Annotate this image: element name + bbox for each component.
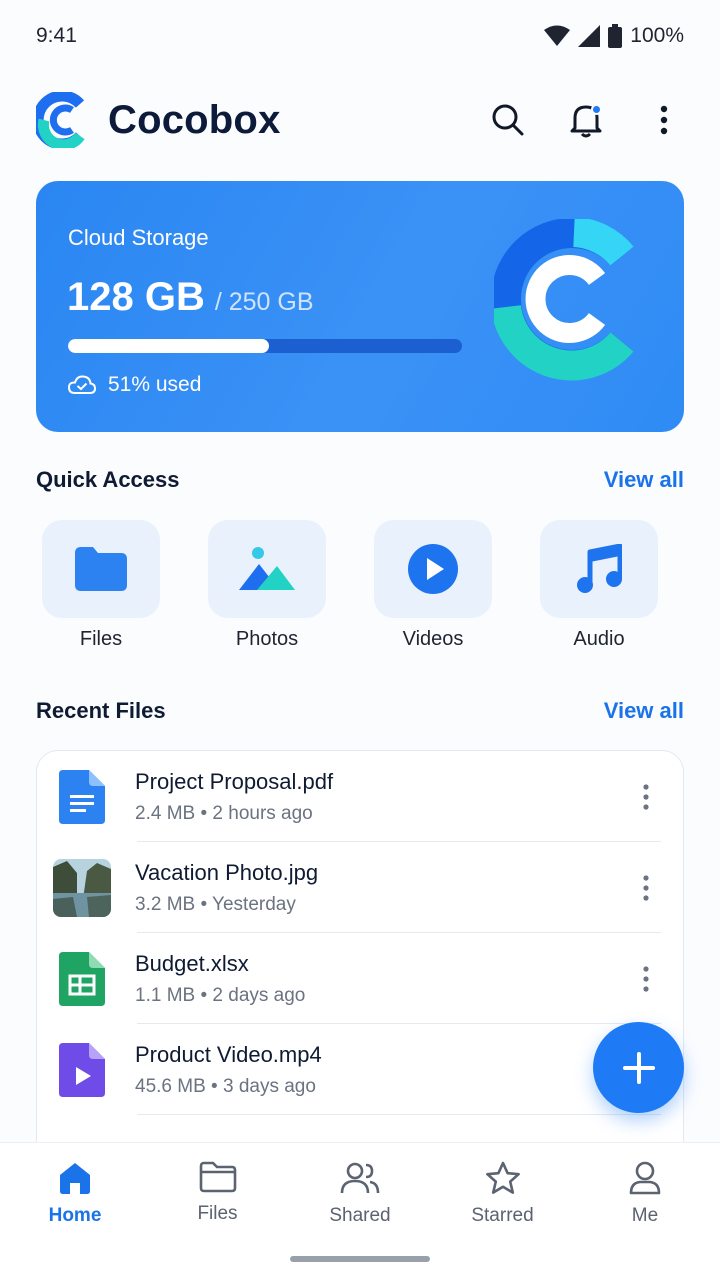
file-row-product-video[interactable]: Product Video.mp4 45.6 MB • 3 days ago: [53, 1024, 661, 1115]
people-icon: [340, 1162, 380, 1194]
quick-access-row: Files Photos Videos Audio: [42, 520, 658, 651]
nav-home[interactable]: Home: [10, 1143, 140, 1280]
file-more-button[interactable]: [631, 868, 661, 908]
recent-files-header: Recent Files View all: [36, 691, 684, 731]
storage-status-text: 51% used: [108, 373, 202, 396]
file-meta: 2.4 MB • 2 hours ago: [135, 802, 313, 824]
nav-me[interactable]: Me: [580, 1143, 710, 1280]
file-name: Product Video.mp4: [135, 1041, 322, 1067]
nav-label: Home: [48, 1205, 102, 1226]
header-actions: [488, 100, 684, 140]
file-text: Project Proposal.pdf 2.4 MB • 2 hours ag…: [135, 769, 631, 825]
play-icon: [408, 544, 458, 594]
app-name: Cocobox: [108, 97, 281, 142]
file-name: Budget.xlsx: [135, 950, 249, 976]
more-vert-icon: [660, 105, 668, 135]
file-row-project-proposal[interactable]: Project Proposal.pdf 2.4 MB • 2 hours ag…: [53, 751, 661, 842]
quick-label: Files: [79, 628, 123, 650]
status-bar: 9:41 100%: [0, 0, 720, 72]
status-time: 9:41: [36, 24, 77, 47]
file-text: Product Video.mp4 45.6 MB • 3 days ago: [135, 1042, 661, 1098]
signal-icon: [578, 25, 601, 47]
storage-progress-fill: [68, 339, 269, 353]
storage-used: 128 GB: [67, 275, 205, 319]
storage-amount: 128 GB / 250 GB: [67, 275, 314, 320]
quick-access-header: Quick Access View all: [36, 460, 684, 500]
file-meta: 45.6 MB • 3 days ago: [135, 1075, 316, 1097]
file-more-button[interactable]: [631, 777, 661, 817]
recent-files-view-all-link[interactable]: View all: [604, 698, 684, 724]
more-vert-icon: [643, 874, 649, 901]
music-icon: [577, 544, 622, 593]
wifi-icon: [544, 25, 571, 46]
nav-label: Files: [197, 1203, 238, 1224]
nav-label: Me: [631, 1205, 659, 1226]
star-icon: [485, 1161, 520, 1194]
more-options-button[interactable]: [644, 100, 684, 140]
nav-files[interactable]: Files: [153, 1143, 283, 1280]
file-name: Vacation Photo.jpg: [135, 859, 319, 885]
plus-icon: [622, 1051, 655, 1084]
video-file-icon: [53, 1041, 111, 1099]
file-text: Vacation Photo.jpg 3.2 MB • Yesterday: [135, 860, 631, 916]
file-row-vacation-photo[interactable]: Vacation Photo.jpg 3.2 MB • Yesterday: [53, 842, 661, 933]
file-meta: 1.1 MB • 2 days ago: [135, 984, 306, 1006]
quick-label: Audio: [573, 628, 625, 650]
nav-starred[interactable]: Starred: [438, 1143, 568, 1280]
more-vert-icon: [643, 965, 649, 992]
app-header: Cocobox: [36, 88, 684, 152]
more-vert-icon: [643, 783, 649, 810]
quick-access-photos[interactable]: Photos: [208, 520, 326, 651]
quick-access-videos[interactable]: Videos: [374, 520, 492, 651]
file-name: Project Proposal.pdf: [135, 768, 334, 794]
home-indicator: [290, 1256, 430, 1262]
file-meta: 3.2 MB • Yesterday: [135, 893, 296, 915]
recent-files-list: Project Proposal.pdf 2.4 MB • 2 hours ag…: [36, 750, 684, 1170]
storage-card[interactable]: Cloud Storage 128 GB / 250 GB 51% used: [36, 181, 684, 432]
search-icon: [492, 104, 524, 136]
nav-label: Shared: [329, 1205, 391, 1226]
file-more-button[interactable]: [631, 959, 661, 999]
folder-outline-icon: [199, 1161, 236, 1193]
quick-access-title: Quick Access: [36, 467, 180, 492]
file-text: Budget.xlsx 1.1 MB • 2 days ago: [135, 951, 631, 1007]
file-row-budget[interactable]: Budget.xlsx 1.1 MB • 2 days ago: [53, 933, 661, 1024]
quick-tile: [42, 520, 160, 618]
document-icon: [53, 768, 111, 826]
divider: [137, 1114, 661, 1115]
battery-icon: [608, 24, 623, 48]
storage-progress-bar: [68, 339, 462, 353]
brand: Cocobox: [36, 92, 281, 148]
folder-icon: [75, 547, 127, 591]
battery-percent: 100%: [630, 24, 684, 47]
notifications-button[interactable]: [566, 100, 606, 140]
quick-label: Videos: [402, 628, 464, 650]
status-icons: 100%: [544, 24, 684, 48]
nav-label: Starred: [471, 1205, 534, 1226]
home-icon: [60, 1163, 90, 1194]
person-icon: [629, 1161, 661, 1195]
recent-files-title: Recent Files: [36, 698, 166, 723]
quick-tile: [374, 520, 492, 618]
quick-tile: [208, 520, 326, 618]
quick-tile: [540, 520, 658, 618]
cocobox-logo-large-icon: [494, 219, 634, 381]
quick-access-view-all-link[interactable]: View all: [604, 467, 684, 493]
storage-status: 51% used: [68, 373, 201, 397]
quick-access-files[interactable]: Files: [42, 520, 160, 651]
notification-badge: [591, 104, 602, 115]
search-button[interactable]: [488, 100, 528, 140]
quick-access-audio[interactable]: Audio: [540, 520, 658, 651]
quick-label: Photos: [235, 628, 299, 650]
image-icon: [239, 547, 295, 590]
photo-thumbnail: [53, 858, 111, 917]
add-file-button[interactable]: [593, 1022, 684, 1113]
storage-total: / 250 GB: [214, 288, 314, 316]
cocobox-logo-icon: [36, 92, 85, 148]
storage-title: Cloud Storage: [68, 225, 209, 250]
spreadsheet-icon: [53, 950, 111, 1008]
cloud-check-icon: [68, 375, 96, 394]
